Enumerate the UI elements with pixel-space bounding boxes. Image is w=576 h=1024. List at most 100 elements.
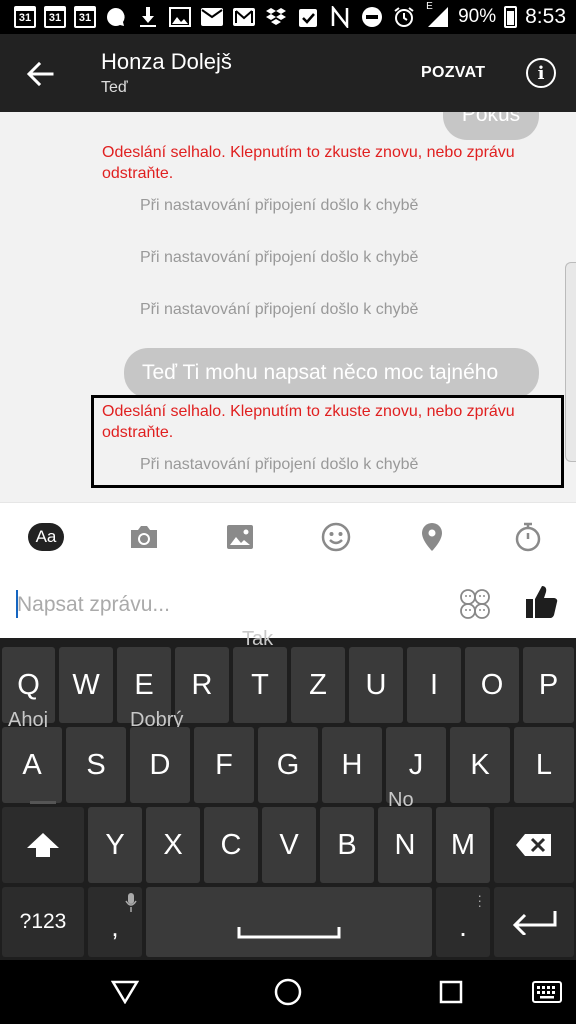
- dropbox-icon: [264, 5, 288, 29]
- alarm-icon: [392, 5, 416, 29]
- key-p[interactable]: P: [523, 647, 574, 723]
- key-t[interactable]: T: [233, 647, 287, 723]
- key-z[interactable]: Z: [291, 647, 345, 723]
- download-icon: [136, 5, 160, 29]
- comma-key[interactable]: ,: [88, 887, 142, 957]
- key-y[interactable]: Y: [88, 807, 142, 883]
- message-bubble[interactable]: Teď Ti mohu napsat něco moc tajného: [124, 348, 539, 398]
- key-l[interactable]: L: [514, 727, 574, 803]
- invite-button[interactable]: POZVAT: [421, 64, 485, 82]
- connection-error-text: Při nastavování připojení došlo k chybě: [140, 456, 419, 473]
- calendar-icon: 31: [44, 6, 66, 28]
- camera-icon: [131, 526, 157, 548]
- nav-home-button[interactable]: [271, 976, 305, 1008]
- backspace-icon: [516, 834, 551, 856]
- timer-button[interactable]: [508, 517, 548, 557]
- enter-arrow-icon: [512, 911, 557, 935]
- location-button[interactable]: [412, 517, 452, 557]
- more-options-icon: · · ·: [477, 887, 482, 913]
- composer-toolbar: Aa: [0, 502, 576, 570]
- nav-back-button[interactable]: [108, 976, 142, 1008]
- key-s[interactable]: S: [66, 727, 126, 803]
- space-bar-icon: [237, 927, 341, 939]
- key-x[interactable]: X: [146, 807, 200, 883]
- keyboard-icon: [532, 981, 562, 1003]
- shift-indicator: [30, 801, 56, 804]
- keyboard-switch-button[interactable]: [530, 976, 564, 1008]
- gallery-button[interactable]: [220, 517, 260, 557]
- contact-name[interactable]: Honza Dolejš: [101, 49, 232, 75]
- backspace-key[interactable]: [494, 807, 574, 883]
- connection-error-text: Při nastavování připojení došlo k chybě: [140, 249, 419, 266]
- text-format-icon: Aa: [28, 523, 64, 551]
- connection-error-text: Při nastavování připojení došlo k chybě: [140, 197, 419, 214]
- send-failed-notice[interactable]: Odeslání selhalo. Klepnutím to zkuste zn…: [102, 401, 542, 443]
- conversation-header: Honza Dolejš Teď POZVAT i: [0, 34, 576, 112]
- key-m[interactable]: M: [436, 807, 490, 883]
- space-key[interactable]: [146, 887, 432, 957]
- key-w[interactable]: W: [59, 647, 113, 723]
- key-o[interactable]: O: [465, 647, 519, 723]
- info-button[interactable]: i: [526, 58, 556, 88]
- key-b[interactable]: B: [320, 807, 374, 883]
- image-icon: [168, 5, 192, 29]
- gmail-icon: [232, 5, 256, 29]
- signal-icon: E: [426, 1, 450, 29]
- like-button[interactable]: [525, 584, 559, 620]
- arrow-left-icon: [26, 61, 54, 87]
- key-d[interactable]: D: [130, 727, 190, 803]
- circle-icon: [274, 978, 302, 1006]
- square-icon: [439, 980, 463, 1004]
- calendar-icon: 31: [14, 6, 36, 28]
- thumbs-up-icon: [526, 586, 558, 618]
- smiley-icon: [321, 522, 351, 552]
- back-button[interactable]: [22, 56, 58, 92]
- message-list[interactable]: Pokus Odeslání selhalo. Klepnutím to zku…: [0, 112, 576, 502]
- triangle-down-icon: [111, 980, 139, 1004]
- message-input[interactable]: [17, 588, 437, 622]
- battery-icon: [504, 6, 518, 28]
- comma-label: ,: [111, 911, 119, 942]
- shift-key[interactable]: [2, 801, 84, 883]
- key-h[interactable]: H: [322, 727, 382, 803]
- clock: 8:53: [525, 5, 566, 28]
- key-u[interactable]: U: [349, 647, 403, 723]
- message-text: Teď Ti mohu napsat něco moc tajného: [142, 361, 499, 384]
- nfc-icon: [328, 5, 352, 29]
- symbols-key[interactable]: ?123: [2, 887, 84, 957]
- image-icon: [227, 525, 253, 549]
- sticker-button[interactable]: [459, 588, 491, 620]
- message-text: Pokus: [461, 112, 521, 126]
- key-g[interactable]: G: [258, 727, 318, 803]
- period-label: .: [459, 911, 467, 942]
- microphone-icon: [125, 893, 137, 912]
- stopwatch-icon: [515, 522, 541, 552]
- location-pin-icon: [422, 523, 442, 551]
- key-f[interactable]: F: [194, 727, 254, 803]
- key-k[interactable]: K: [450, 727, 510, 803]
- enter-key[interactable]: [494, 887, 574, 957]
- key-c[interactable]: C: [204, 807, 258, 883]
- nav-recents-button[interactable]: [434, 976, 468, 1008]
- key-a[interactable]: A: [2, 727, 62, 803]
- clipboard-check-icon: [296, 5, 320, 29]
- connection-error-text: Při nastavování připojení došlo k chybě: [140, 301, 419, 318]
- contact-status: Teď: [101, 79, 128, 96]
- send-failed-notice[interactable]: Odeslání selhalo. Klepnutím to zkuste zn…: [102, 142, 542, 184]
- period-key[interactable]: · · · .: [436, 887, 490, 957]
- key-n[interactable]: N: [378, 807, 432, 883]
- message-bubble[interactable]: Pokus: [443, 112, 539, 140]
- battery-percent: 90%: [458, 6, 497, 27]
- status-bar: 31 31 31 E 90% 8:53: [0, 0, 576, 34]
- text-format-button[interactable]: Aa: [26, 517, 66, 557]
- camera-button[interactable]: [124, 517, 164, 557]
- composer: [0, 570, 576, 638]
- mail-icon: [200, 5, 224, 29]
- key-i[interactable]: I: [407, 647, 461, 723]
- key-v[interactable]: V: [262, 807, 316, 883]
- emoji-button[interactable]: [316, 517, 356, 557]
- calendar-icon: 31: [74, 6, 96, 28]
- info-icon: i: [537, 62, 545, 84]
- edge-scroll-handle[interactable]: [565, 262, 576, 462]
- shift-arrow-icon: [27, 833, 59, 857]
